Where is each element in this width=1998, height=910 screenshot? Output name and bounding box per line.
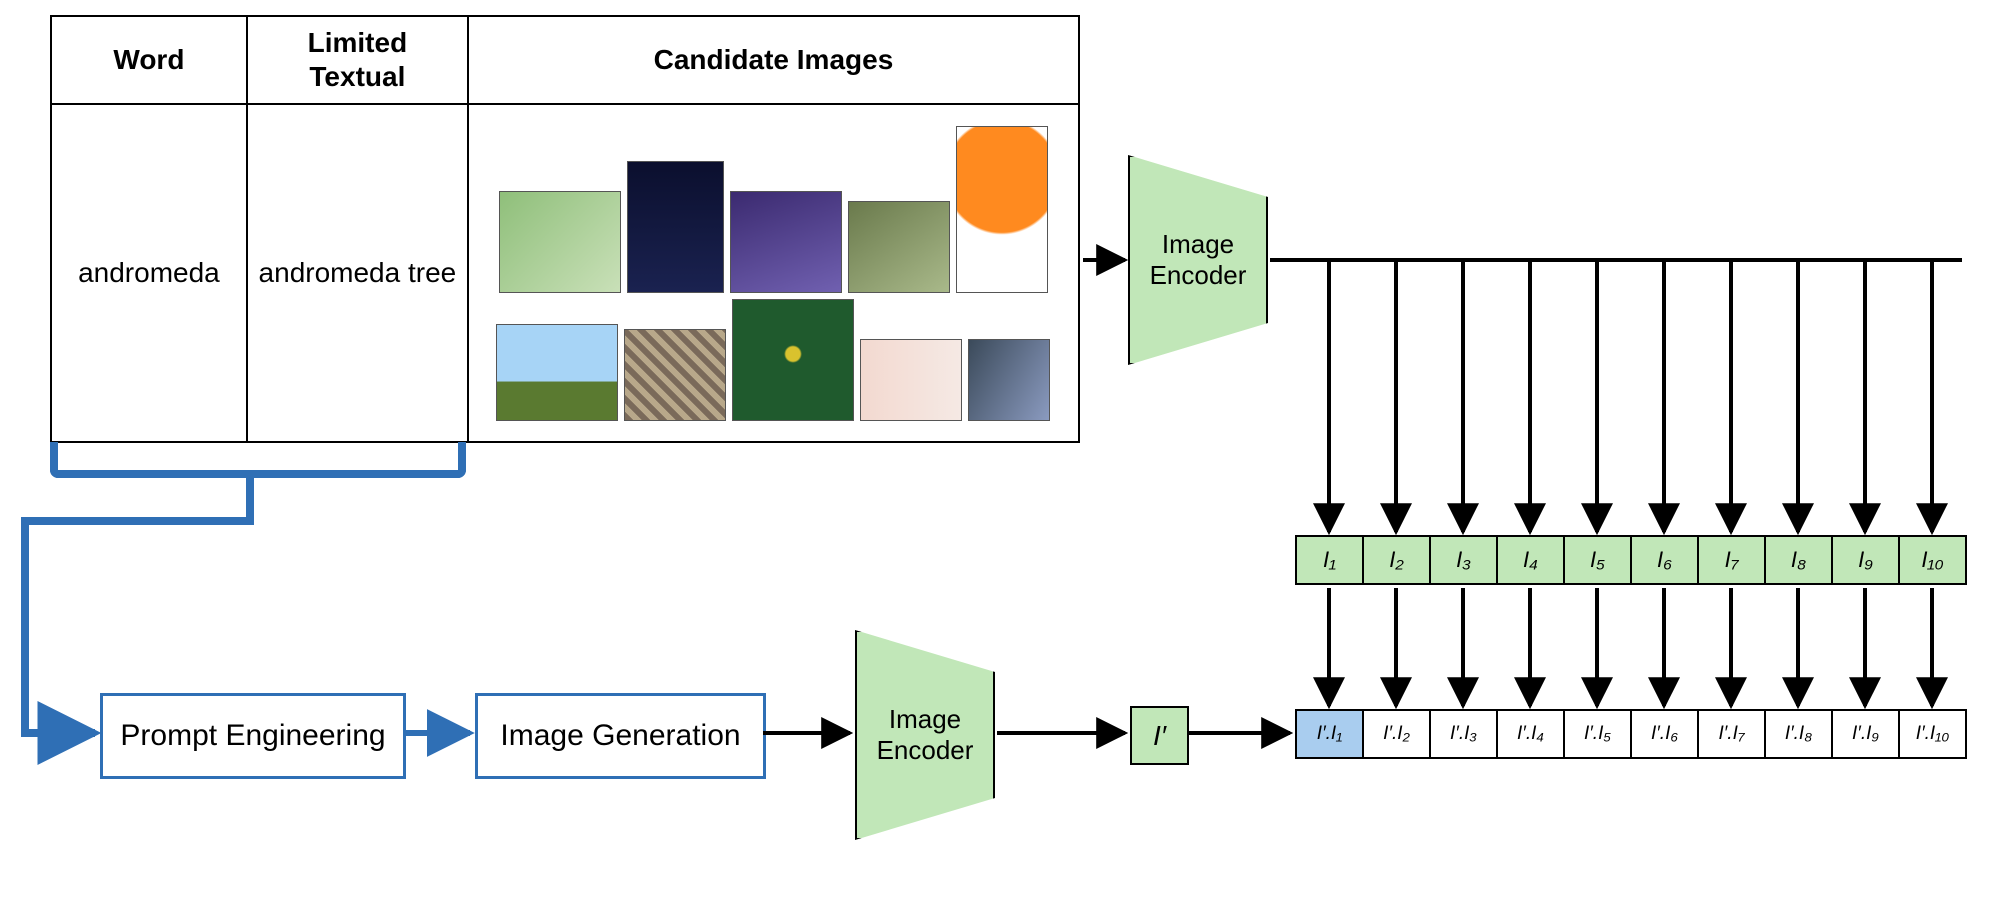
image-generation-box: Image Generation xyxy=(475,693,766,779)
i-prime-embedding: I′ xyxy=(1130,706,1189,765)
th-candidate-images: Candidate Images xyxy=(468,16,1079,104)
embedding-cell: I₄ xyxy=(1496,535,1565,585)
embedding-cell: I₂ xyxy=(1362,535,1431,585)
candidate-image-gallery xyxy=(473,109,1074,437)
image-encoder-bottom-label: Image Encoder xyxy=(865,704,985,766)
candidate-image-2 xyxy=(627,161,724,293)
td-limited-textual: andromeda tree xyxy=(247,104,468,442)
input-table: Word Limited Textual Candidate Images an… xyxy=(50,15,1080,443)
embedding-cell: I₁₀ xyxy=(1898,535,1967,585)
score-cell: I′.I₄ xyxy=(1496,709,1565,759)
score-cell: I′.I₉ xyxy=(1831,709,1900,759)
image-generation-label: Image Generation xyxy=(500,719,740,753)
embedding-cell: I₉ xyxy=(1831,535,1900,585)
candidate-image-8 xyxy=(732,299,854,421)
th-word: Word xyxy=(51,16,247,104)
td-word: andromeda xyxy=(51,104,247,442)
candidate-image-4 xyxy=(848,201,950,293)
image-encoder-top: Image Encoder xyxy=(1128,155,1268,365)
embedding-row: I₁ I₂ I₃ I₄ I₅ I₆ I₇ I₈ I₉ I₁₀ xyxy=(1295,535,1967,585)
score-cell: I′.I₇ xyxy=(1697,709,1766,759)
score-cell: I′.I₈ xyxy=(1764,709,1833,759)
score-cell: I′.I₁₀ xyxy=(1898,709,1967,759)
score-cell: I′.I₅ xyxy=(1563,709,1632,759)
input-text-bracket xyxy=(50,442,466,478)
candidate-image-7 xyxy=(624,329,726,421)
th-limited-textual: Limited Textual xyxy=(247,16,468,104)
embedding-cell: I₅ xyxy=(1563,535,1632,585)
image-encoder-top-label: Image Encoder xyxy=(1138,229,1258,291)
score-cell: I′.I₁ xyxy=(1295,709,1364,759)
embedding-cell: I₈ xyxy=(1764,535,1833,585)
candidate-image-1 xyxy=(499,191,621,293)
prompt-engineering-box: Prompt Engineering xyxy=(100,693,406,779)
score-cell: I′.I₆ xyxy=(1630,709,1699,759)
embedding-cell: I₇ xyxy=(1697,535,1766,585)
image-encoder-bottom: Image Encoder xyxy=(855,630,995,840)
td-candidate-images xyxy=(468,104,1079,442)
score-cell: I′.I₂ xyxy=(1362,709,1431,759)
score-cell: I′.I₃ xyxy=(1429,709,1498,759)
candidate-image-6 xyxy=(496,324,618,421)
i-prime-label: I′ xyxy=(1153,720,1166,752)
candidate-image-5 xyxy=(956,126,1048,293)
embedding-cell: I₆ xyxy=(1630,535,1699,585)
candidate-image-9 xyxy=(860,339,962,421)
candidate-image-3 xyxy=(730,191,842,293)
diagram-canvas: Word Limited Textual Candidate Images an… xyxy=(0,0,1998,910)
embedding-cell: I₁ xyxy=(1295,535,1364,585)
embedding-cell: I₃ xyxy=(1429,535,1498,585)
score-row: I′.I₁ I′.I₂ I′.I₃ I′.I₄ I′.I₅ I′.I₆ I′.I… xyxy=(1295,709,1967,759)
prompt-engineering-label: Prompt Engineering xyxy=(120,719,385,753)
candidate-image-10 xyxy=(968,339,1050,421)
